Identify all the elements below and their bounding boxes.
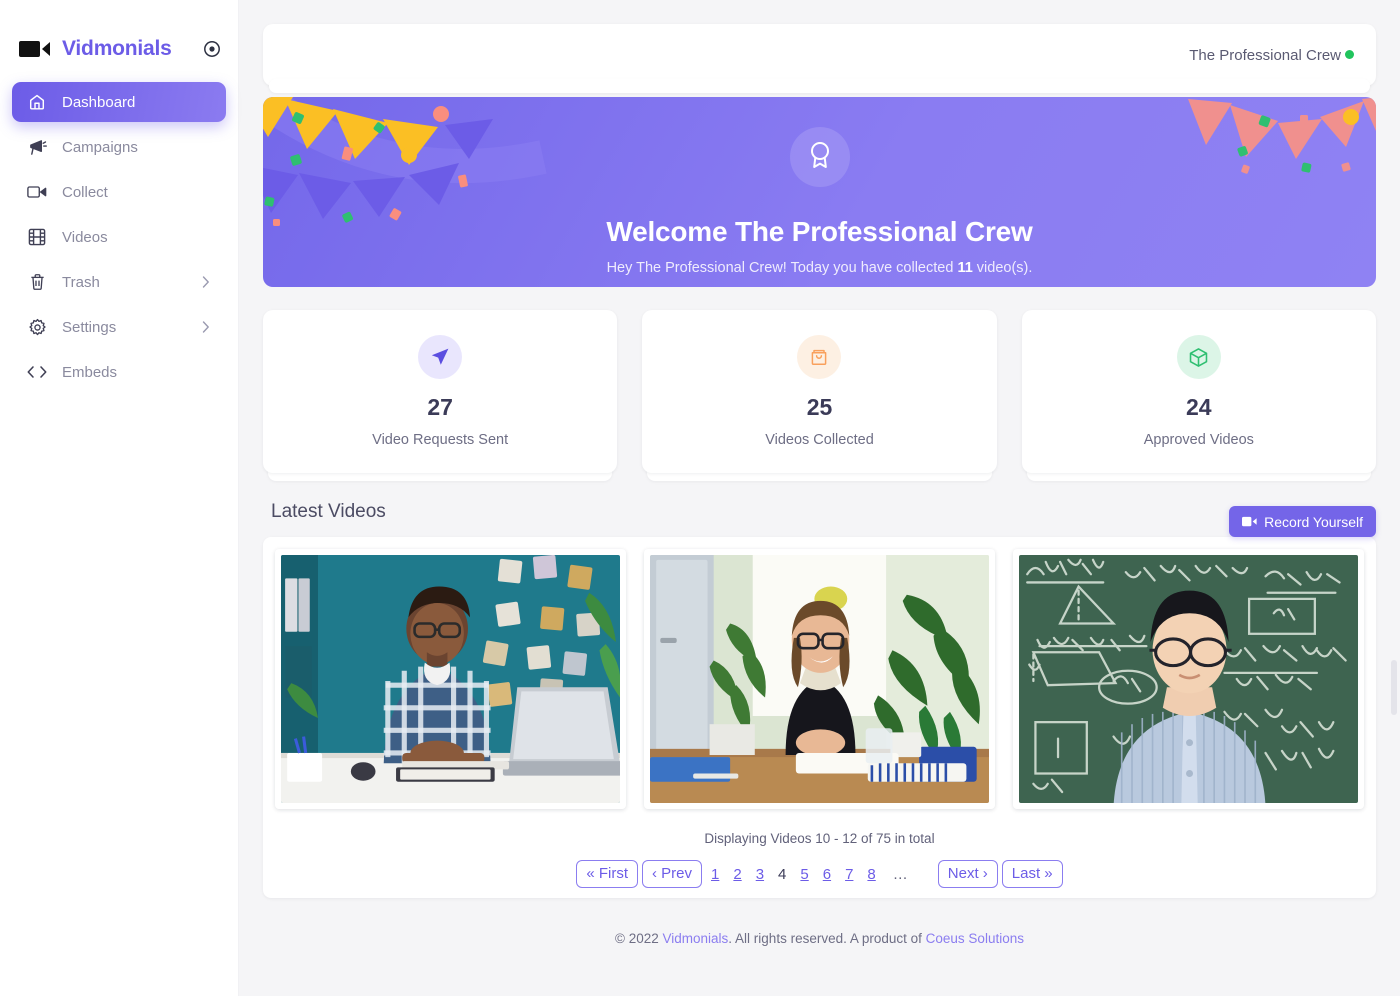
- sidebar-item-dashboard[interactable]: Dashboard: [12, 82, 226, 122]
- sidebar-nav: Dashboard Campaigns Collect Videos Trash…: [0, 82, 238, 392]
- welcome-subtitle-prefix: Hey The Professional Crew! Today you hav…: [606, 260, 958, 276]
- latest-videos-section: Latest Videos Record Yourself Displaying…: [263, 495, 1376, 899]
- app-root: Vidmonials Dashboard Campaigns Collect V…: [0, 0, 1400, 996]
- stat-label: Video Requests Sent: [372, 432, 509, 448]
- stat-card-videos-collected[interactable]: 25 Videos Collected: [642, 310, 997, 473]
- pagination-page-5[interactable]: 5: [795, 863, 813, 886]
- welcome-banner: Welcome The Professional Crew Hey The Pr…: [263, 97, 1376, 287]
- shopping-bag-icon: [797, 335, 842, 379]
- footer-brand-link[interactable]: Vidmonials: [663, 931, 729, 946]
- video-tile[interactable]: [1013, 549, 1364, 809]
- sidebar-item-label: Campaigns: [62, 138, 138, 156]
- footer-middle-text: . All rights reserved. A product of: [728, 931, 926, 947]
- award-icon-container: [789, 127, 850, 187]
- pagination-page-2[interactable]: 2: [728, 863, 746, 886]
- brand: Vidmonials: [0, 26, 238, 72]
- record-yourself-button[interactable]: Record Yourself: [1229, 506, 1376, 537]
- videos-card: Displaying Videos 10 - 12 of 75 in total…: [263, 537, 1376, 899]
- pagination-page-3[interactable]: 3: [751, 863, 769, 886]
- sidebar-item-videos[interactable]: Videos: [12, 217, 226, 257]
- stat-value: 24: [1186, 394, 1212, 420]
- topbar: The Professional Crew: [263, 24, 1376, 93]
- stat-label: Videos Collected: [765, 432, 874, 448]
- welcome-video-count: 11: [957, 260, 973, 276]
- pagination-ellipsis: …: [892, 865, 908, 883]
- stat-value: 27: [427, 394, 453, 420]
- pagination-last-button[interactable]: Last »: [1001, 860, 1063, 889]
- chevron-right-icon: [200, 276, 212, 288]
- circle-target-icon[interactable]: [202, 39, 222, 59]
- sidebar-item-label: Settings: [62, 318, 117, 336]
- page-title: Latest Videos: [271, 501, 386, 522]
- pagination: « First ‹ Prev 1 2 3 4 5 6 7 8 … Next › …: [275, 860, 1364, 889]
- stat-card-wrapper: 27 Video Requests Sent: [263, 310, 618, 481]
- sidebar-item-label: Dashboard: [62, 93, 136, 111]
- stat-card-wrapper: 25 Videos Collected: [642, 310, 997, 481]
- sidebar-item-campaigns[interactable]: Campaigns: [12, 127, 226, 167]
- welcome-title: Welcome The Professional Crew: [606, 216, 1033, 247]
- sidebar-item-settings[interactable]: Settings: [12, 307, 226, 347]
- sidebar-item-label: Collect: [62, 183, 108, 201]
- gear-icon: [26, 317, 48, 337]
- stat-card-approved-videos[interactable]: 24 Approved Videos: [1021, 310, 1376, 473]
- video-tile[interactable]: [275, 549, 626, 809]
- sidebar-item-collect[interactable]: Collect: [12, 172, 226, 212]
- pagination-page-1[interactable]: 1: [706, 863, 724, 886]
- sidebar: Vidmonials Dashboard Campaigns Collect V…: [0, 0, 239, 996]
- trash-icon: [26, 272, 48, 292]
- main-scrollbar[interactable]: [1390, 0, 1398, 996]
- scrollbar-thumb[interactable]: [1391, 660, 1397, 715]
- stat-value: 25: [806, 394, 833, 420]
- stat-label: Approved Videos: [1143, 432, 1254, 448]
- sidebar-item-label: Videos: [62, 228, 108, 246]
- welcome-subtitle-suffix: video(s).: [972, 260, 1033, 276]
- welcome-subtitle: Hey The Professional Crew! Today you hav…: [607, 260, 1033, 276]
- latest-videos-header: Latest Videos: [263, 495, 1376, 529]
- video-thumbnail: [650, 555, 989, 803]
- confetti-left-decoration: [263, 97, 547, 226]
- stats-row: 27 Video Requests Sent 25 Videos Collect…: [263, 310, 1376, 481]
- code-icon: [26, 362, 48, 382]
- pagination-page-6[interactable]: 6: [818, 863, 836, 886]
- video-thumbnail: [1019, 555, 1358, 803]
- main-content: The Professional Crew Welcome The Profes…: [239, 0, 1400, 996]
- footer: © 2022 Vidmonials. All rights reserved. …: [263, 931, 1376, 964]
- video-camera-icon: [1242, 514, 1257, 530]
- pagination-page-8[interactable]: 8: [862, 863, 880, 886]
- user-menu[interactable]: The Professional Crew: [1189, 47, 1354, 64]
- stat-card-video-requests-sent[interactable]: 27 Video Requests Sent: [263, 310, 618, 473]
- video-icon: [26, 182, 48, 202]
- video-grid: [275, 549, 1364, 809]
- footer-copyright: © 2022: [615, 931, 663, 947]
- status-badge: [1345, 49, 1354, 59]
- film-icon: [26, 227, 48, 247]
- confetti-right-decoration: [1188, 97, 1376, 174]
- paper-plane-icon: [418, 335, 463, 379]
- chevron-right-icon: [200, 321, 212, 333]
- home-icon: [26, 92, 48, 112]
- user-name: The Professional Crew: [1189, 46, 1341, 64]
- pagination-page-4-current: 4: [773, 863, 791, 886]
- megaphone-icon: [26, 137, 48, 157]
- record-button-label: Record Yourself: [1264, 513, 1363, 530]
- pagination-prev-button[interactable]: ‹ Prev: [642, 860, 703, 889]
- package-icon: [1176, 335, 1221, 379]
- pagination-info: Displaying Videos 10 - 12 of 75 in total: [704, 831, 935, 846]
- stat-card-wrapper: 24 Approved Videos: [1021, 310, 1376, 481]
- sidebar-item-trash[interactable]: Trash: [12, 262, 226, 302]
- pagination-first-button[interactable]: « First: [576, 860, 638, 889]
- sidebar-item-label: Trash: [62, 273, 100, 291]
- award-icon: [807, 140, 833, 175]
- video-thumbnail: [281, 555, 620, 803]
- brand-name: Vidmonials: [62, 37, 172, 60]
- sidebar-item-label: Embeds: [62, 363, 118, 381]
- pagination-page-7[interactable]: 7: [840, 863, 858, 886]
- pagination-next-button[interactable]: Next ›: [937, 860, 998, 889]
- video-camera-icon: [18, 38, 52, 60]
- footer-company-link[interactable]: Coeus Solutions: [926, 931, 1024, 946]
- sidebar-item-embeds[interactable]: Embeds: [12, 352, 226, 392]
- video-tile[interactable]: [644, 549, 995, 809]
